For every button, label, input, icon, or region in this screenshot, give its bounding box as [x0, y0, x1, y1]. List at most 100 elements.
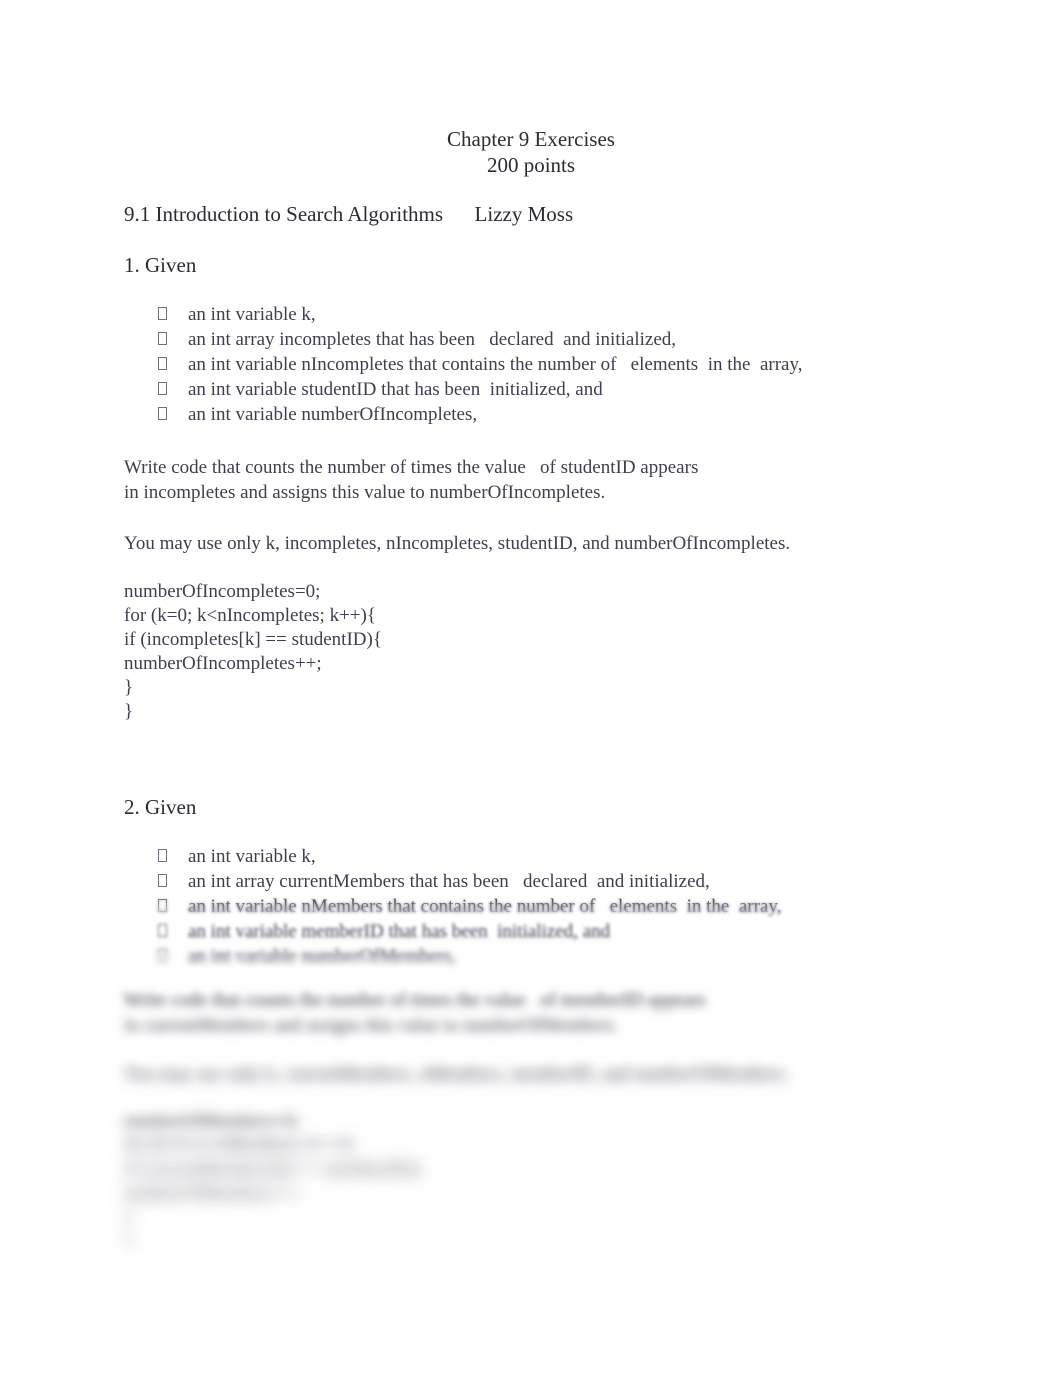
bullet-box-icon	[158, 869, 188, 894]
list-item: an int array incompletes that has been d…	[124, 327, 802, 352]
bullet-box-icon	[158, 402, 188, 427]
list-item: an int variable memberID that has been i…	[124, 919, 781, 944]
bullet-box-icon	[158, 869, 188, 894]
bullet-box-icon	[158, 869, 188, 894]
question-1-bullet-list: an int variable k, an int array incomple…	[124, 302, 802, 427]
question-2-heading: 2. Given	[124, 795, 197, 819]
page-subtitle: 200 points	[486, 153, 576, 177]
question-2-bullet-list: an int variable k, an int array currentMe…	[124, 844, 781, 969]
question-2-heading: 2. Given	[124, 795, 197, 819]
bullet-box-icon	[158, 869, 188, 894]
list-item-label: an int array currentMembers that has bee…	[188, 871, 710, 892]
question-2-heading: 2. Given	[124, 795, 197, 819]
bullet-box-icon	[158, 869, 188, 894]
bullet-box-icon	[158, 844, 188, 869]
list-item-label: an int variable nMembers that contains t…	[188, 896, 782, 917]
list-item: an int variable numberOfMembers,	[124, 944, 781, 969]
list-item-label: an int variable memberID that has been i…	[188, 921, 611, 942]
list-item-label: an int variable k,	[188, 846, 316, 867]
bullet-box-icon	[158, 894, 188, 919]
question-1-answer-code: numberOfIncompletes=0; for (k=0; k<nInco…	[124, 581, 382, 722]
list-item: an int array currentMembers that has bee…	[124, 869, 781, 894]
list-item: an int variable numberOfMembers,	[124, 944, 781, 969]
list-item-label: an int variable k,	[188, 846, 316, 867]
list-item: an int variable numberOfIncompletes,	[124, 402, 802, 427]
bullet-box-icon	[158, 944, 188, 969]
bullet-box-icon	[158, 919, 188, 944]
list-item: an int array currentMembers that has bee…	[124, 869, 781, 894]
list-item-label: an int variable memberID that has been i…	[188, 921, 611, 942]
bullet-box-icon	[158, 302, 188, 327]
question-2-prompt: Write code that counts the number of tim…	[124, 990, 706, 1036]
list-item-label: an int variable nMembers that contains t…	[188, 896, 782, 917]
question-2-prompt: Write code that counts the number of tim…	[124, 990, 706, 1036]
question-2-prompt: Write code that counts the number of tim…	[124, 990, 706, 1036]
question-2-answer-code: numberOfMembers=0; for (k=0; k<nMembers;…	[124, 1111, 424, 1252]
list-item-label: an int variable numberOfMembers,	[188, 946, 457, 967]
bullet-box-icon	[158, 944, 188, 969]
list-item-label: an int variable memberID that has been i…	[188, 921, 611, 942]
bullet-box-icon	[158, 919, 188, 944]
question-2-answer-code: numberOfMembers=0; for (k=0; k<nMembers;…	[124, 1111, 424, 1252]
bullet-box-icon	[158, 944, 188, 969]
question-2-constraint: You may use only k, currentMembers, nMem…	[124, 1064, 790, 1085]
bullet-box-icon	[158, 869, 188, 894]
list-item: an int variable memberID that has been i…	[124, 919, 781, 944]
list-item: an int variable numberOfMembers,	[124, 944, 781, 969]
bullet-box-icon	[158, 919, 188, 944]
bullet-box-icon	[158, 352, 188, 377]
list-item: an int variable nMembers that contains t…	[124, 894, 781, 919]
list-item-label: an int array currentMembers that has bee…	[188, 871, 710, 892]
list-item-label: an int array currentMembers that has bee…	[188, 871, 710, 892]
list-item-label: an int variable k,	[188, 846, 316, 867]
bullet-box-icon	[158, 919, 188, 944]
list-item-label: an int variable nMembers that contains t…	[188, 896, 782, 917]
bullet-box-icon	[158, 919, 188, 944]
bullet-box-icon	[158, 919, 188, 944]
list-item-label: an int variable numberOfMembers,	[188, 946, 457, 967]
list-item-label: an int variable numberOfMembers,	[188, 946, 457, 967]
question-2-prompt: Write code that counts the number of tim…	[124, 990, 706, 1036]
list-item: an int variable nIncompletes that contai…	[124, 352, 802, 377]
list-item-label: an int array currentMembers that has bee…	[188, 871, 710, 892]
list-item-label: an int variable k,	[188, 846, 316, 867]
list-item-label: an int variable nMembers that contains t…	[188, 896, 782, 917]
list-item-label: an int variable numberOfMembers,	[188, 946, 457, 967]
list-item-label: an int variable numberOfIncompletes,	[188, 404, 478, 425]
list-item-label: an int variable k,	[188, 846, 316, 867]
bullet-box-icon	[158, 894, 188, 919]
question-2-constraint: You may use only k, currentMembers, nMem…	[124, 1064, 790, 1085]
list-item-label: an int variable numberOfMembers,	[188, 946, 457, 967]
bullet-box-icon	[158, 327, 188, 352]
list-item: an int variable numberOfMembers,	[124, 944, 781, 969]
question-2-constraint: You may use only k, currentMembers, nMem…	[124, 1064, 790, 1085]
list-item-label: an int variable nMembers that contains t…	[188, 896, 782, 917]
list-item-label: an int array currentMembers that has bee…	[188, 871, 710, 892]
question-2-bullet-list: an int variable k, an int array currentMe…	[124, 844, 781, 969]
list-item: an int variable k,	[124, 844, 781, 869]
list-item: an int variable nMembers that contains t…	[124, 894, 781, 919]
bullet-box-icon	[158, 844, 188, 869]
question-2-bullet-list: an int variable k, an int array currentMe…	[124, 844, 781, 969]
list-item-label: an int variable studentID that has been …	[188, 379, 603, 400]
document-page: Chapter 9 Exercises 200 points 9.1 Intro…	[0, 0, 1062, 1377]
list-item: an int variable k,	[124, 844, 781, 869]
bullet-box-icon	[158, 944, 188, 969]
question-2-answer-code: numberOfMembers=0; for (k=0; k<nMembers;…	[124, 1111, 424, 1252]
q2-band-sharp	[0, 790, 1062, 1377]
list-item-label: an int array currentMembers that has bee…	[188, 871, 710, 892]
list-item-label: an int variable numberOfMembers,	[188, 946, 457, 967]
list-item: an int variable k,	[124, 844, 781, 869]
list-item: an int variable nMembers that contains t…	[124, 894, 781, 919]
question-2-constraint: You may use only k, currentMembers, nMem…	[124, 1064, 790, 1085]
list-item: an int variable memberID that has been i…	[124, 919, 781, 944]
question-2-heading: 2. Given	[124, 795, 197, 819]
list-item: an int variable k,	[124, 302, 802, 327]
question-2-bullet-list: an int variable k, an int array currentMe…	[124, 844, 781, 969]
document-title-block: Chapter 9 Exercises 200 points	[0, 126, 1062, 178]
question-2-bullet-list: an int variable k, an int array currentMe…	[124, 844, 781, 969]
list-item: an int variable nMembers that contains t…	[124, 894, 781, 919]
question-2-bullet-list: an int variable k, an int array currentMe…	[124, 844, 781, 969]
bullet-box-icon	[158, 919, 188, 944]
list-item-label: an int variable memberID that has been i…	[188, 921, 611, 942]
